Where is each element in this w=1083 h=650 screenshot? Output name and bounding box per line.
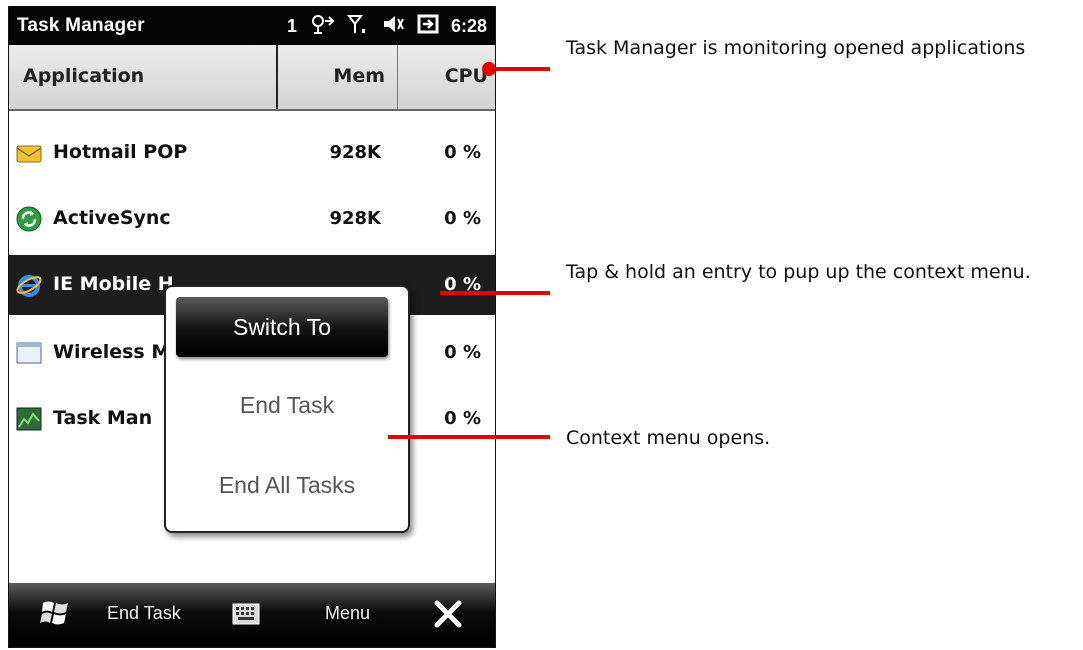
table-header: Application Mem CPU xyxy=(9,45,495,111)
app-mem: 928K xyxy=(329,208,381,229)
app-name: ActiveSync xyxy=(53,207,171,229)
table-row[interactable]: ActiveSync 928K 0 % xyxy=(9,189,495,249)
annotation-text: Tap & hold an entry to pup up the contex… xyxy=(566,261,1031,283)
app-title: Task Manager xyxy=(17,15,145,36)
softkey-menu[interactable]: Menu xyxy=(325,603,370,624)
mail-icon xyxy=(15,139,43,167)
app-name: Hotmail POP xyxy=(53,141,188,163)
speaker-muted-icon[interactable] xyxy=(381,13,405,40)
keyboard-icon[interactable] xyxy=(231,601,261,632)
app-name: IE Mobile H xyxy=(53,273,174,295)
annotation-line xyxy=(388,435,550,439)
menu-item-end-task[interactable]: End Task xyxy=(182,375,392,435)
window-icon xyxy=(15,339,43,367)
ie-icon xyxy=(15,271,43,299)
battery-charging-icon[interactable] xyxy=(417,13,439,40)
close-icon[interactable] xyxy=(433,599,463,634)
column-divider[interactable] xyxy=(397,45,398,109)
annotation-line xyxy=(440,291,550,295)
phone-screenshot: Task Manager 1 6:28 Application Mem CPU xyxy=(8,6,496,648)
signal-bars-icon[interactable] xyxy=(346,13,369,40)
app-cpu: 0 % xyxy=(444,142,481,163)
menu-item-switch-to[interactable]: Switch To xyxy=(176,297,388,357)
task-manager-icon xyxy=(15,405,43,433)
annotation-text: Task Manager is monitoring opened applic… xyxy=(566,37,1026,59)
app-cpu: 0 % xyxy=(444,408,481,429)
context-menu: Switch To End Task End All Tasks xyxy=(164,285,410,533)
softkey-bar: End Task Menu xyxy=(9,583,495,647)
table-row[interactable]: Hotmail POP 928K 0 % xyxy=(9,123,495,183)
annotation-line xyxy=(490,67,550,71)
app-cpu: 0 % xyxy=(444,208,481,229)
menu-item-end-all-tasks[interactable]: End All Tasks xyxy=(182,455,392,515)
column-header-mem[interactable]: Mem xyxy=(279,65,385,87)
title-bar: Task Manager 1 6:28 xyxy=(9,7,495,45)
softkey-end-task[interactable]: End Task xyxy=(107,603,181,624)
clock: 6:28 xyxy=(450,15,487,36)
status-area: 1 6:28 xyxy=(287,14,487,38)
app-mem: 928K xyxy=(329,142,381,163)
app-name: Wireless M xyxy=(53,341,171,363)
activesync-icon xyxy=(15,205,43,233)
column-header-cpu[interactable]: CPU xyxy=(402,65,488,87)
column-header-application[interactable]: Application xyxy=(23,65,144,87)
app-name: Task Man xyxy=(53,407,153,429)
app-cpu: 0 % xyxy=(444,342,481,363)
annotation-text: Context menu opens. xyxy=(566,427,771,449)
notification-count: 1 xyxy=(286,15,297,36)
column-divider[interactable] xyxy=(276,45,278,109)
connectivity-icon[interactable] xyxy=(309,13,335,40)
windows-start-icon[interactable] xyxy=(39,597,71,634)
